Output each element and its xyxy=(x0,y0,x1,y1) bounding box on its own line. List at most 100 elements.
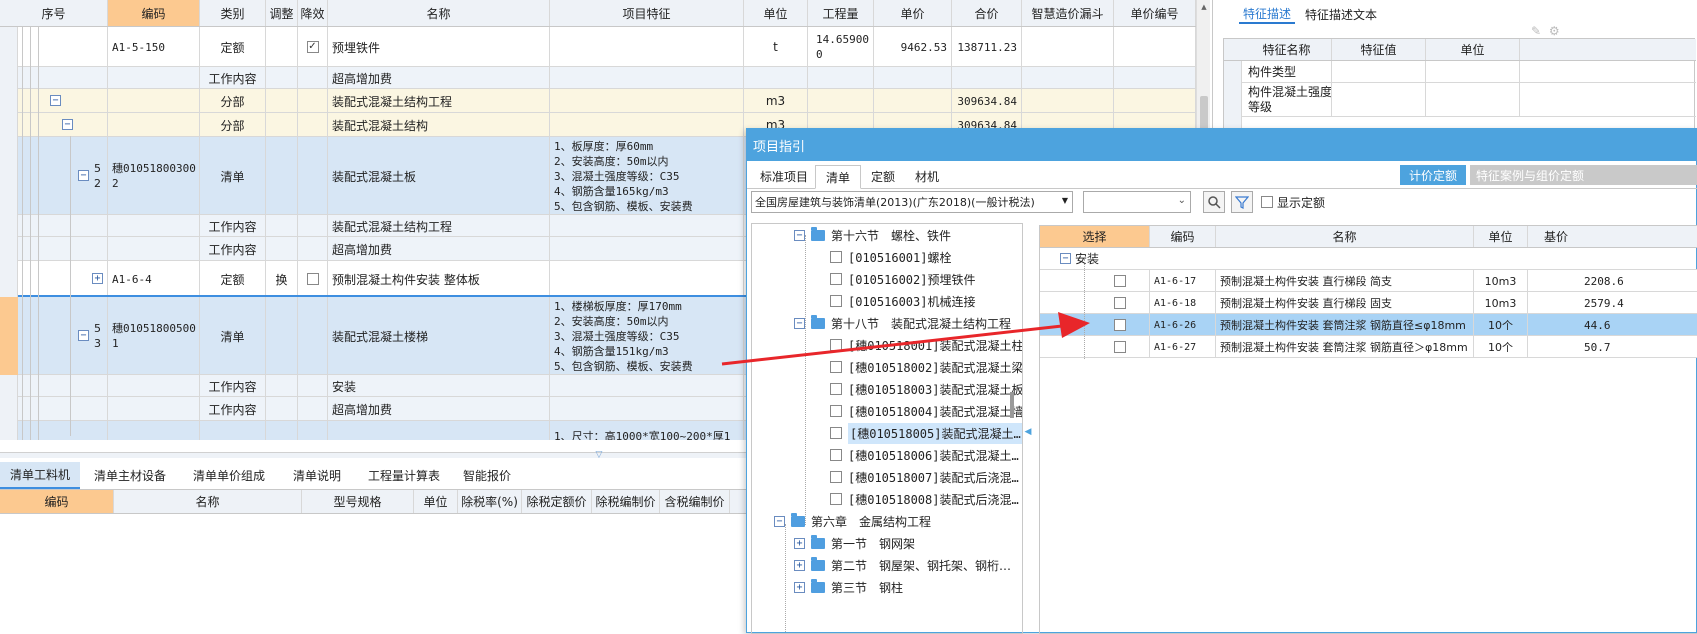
code-cell[interactable] xyxy=(108,89,200,113)
code-cell[interactable] xyxy=(108,375,200,397)
feature-cell[interactable] xyxy=(550,67,744,89)
feature-value[interactable] xyxy=(1332,82,1426,117)
grid-row[interactable]: 工作内容 超高增加费 xyxy=(0,67,1196,89)
feature-row[interactable]: 构件类型 xyxy=(1242,60,1696,83)
name-cell[interactable]: 预制混凝土构件安装 整体板 xyxy=(328,261,550,297)
code-cell[interactable] xyxy=(108,421,200,440)
tree-toggle-icon[interactable]: − xyxy=(794,229,805,241)
adjust-cell[interactable] xyxy=(266,375,298,397)
adjust-cell[interactable] xyxy=(266,237,298,261)
reduce-cell[interactable] xyxy=(298,89,328,113)
grid-col-header[interactable]: 合价 xyxy=(952,0,1022,26)
qty-cell[interactable] xyxy=(808,67,874,89)
feature-cell[interactable]: 1、板厚度：厚60mm 2、安装高度：50m以内 3、混凝土强度等级：C35 4… xyxy=(550,137,744,215)
grid-row[interactable]: A1-5-150 定额 ✓ 预埋铁件 t 14.65900 0 9462.53 138711.… xyxy=(0,27,1196,67)
tree-item[interactable]: − 第六章 金属结构工程 xyxy=(752,510,1022,532)
name-cell[interactable]: 超高增加费 xyxy=(328,237,550,261)
feature-cell[interactable] xyxy=(550,261,744,297)
feature-cases-button[interactable]: 特征案例与组价定额 xyxy=(1470,165,1697,185)
name-cell[interactable]: 安装 xyxy=(328,375,550,397)
grid-col-header[interactable]: 工程量 xyxy=(808,0,874,26)
bottom-tab[interactable]: 清单工料机 xyxy=(0,462,80,489)
tree-item[interactable]: [穗010518008]装配式后浇混… xyxy=(752,488,1022,510)
name-cell[interactable]: 超高增加费 xyxy=(328,397,550,421)
unit-cell[interactable] xyxy=(744,67,808,89)
tree-checkbox[interactable] xyxy=(830,427,842,439)
grid-col-header[interactable]: 单位 xyxy=(744,0,808,26)
code-cell[interactable] xyxy=(108,397,200,421)
group-row[interactable]: − 安装 xyxy=(1040,248,1697,270)
quota-row[interactable]: A1-6-17 预制混凝土构件安装 直行梯段 简支 10m3 2208.6 xyxy=(1040,270,1697,292)
splitter-arrow-icon[interactable]: ▽ xyxy=(592,450,606,460)
adjust-cell[interactable] xyxy=(266,113,298,137)
feature-cell[interactable] xyxy=(550,89,744,113)
unit-cell[interactable]: t xyxy=(744,27,808,67)
tree-item[interactable]: [穗010518006]装配式混凝土… xyxy=(752,444,1022,466)
tree-toggle-icon[interactable]: − xyxy=(774,515,785,527)
quota-row[interactable]: A1-6-26 预制混凝土构件安装 套筒注浆 钢筋直径≤φ18mm 10个 44.6 xyxy=(1040,314,1697,336)
name-cell[interactable] xyxy=(328,421,550,440)
code-cell[interactable] xyxy=(108,215,200,237)
reduce-cell[interactable] xyxy=(298,261,328,297)
expand-toggle-icon[interactable]: − xyxy=(78,170,89,181)
bottom-tab[interactable]: 清单主材设备 xyxy=(80,462,180,489)
code-cell[interactable]: A1-5-150 xyxy=(108,27,200,67)
type-cell[interactable]: 分部 xyxy=(200,113,266,137)
feature-cell[interactable]: 1、尺寸：高1000*宽100~200*厚1 xyxy=(550,421,744,440)
expand-toggle-icon[interactable]: − xyxy=(50,95,61,106)
tree-item[interactable]: [010516001]螺栓 xyxy=(752,246,1022,268)
reduce-cell[interactable]: ✓ xyxy=(298,27,328,67)
bottom-col-header[interactable]: 除税定额价 xyxy=(522,490,592,513)
dialog-titlebar[interactable]: 项目指引 xyxy=(747,129,1697,161)
reduce-checkbox[interactable] xyxy=(306,273,319,285)
funnel-cell[interactable] xyxy=(1022,67,1114,89)
tree-item[interactable]: + 第二节 钢屋架、钢托架、钢桁… xyxy=(752,554,1022,576)
tab-quota[interactable]: 定额 xyxy=(861,165,905,188)
adjust-cell[interactable] xyxy=(266,421,298,440)
reduce-cell[interactable] xyxy=(298,375,328,397)
adjust-cell[interactable] xyxy=(266,137,298,215)
tree-checkbox[interactable] xyxy=(830,493,842,505)
name-cell[interactable]: 装配式混凝土结构工程 xyxy=(328,215,550,237)
type-cell[interactable]: 工作内容 xyxy=(200,215,266,237)
tree-item[interactable]: + 第三节 钢柱 xyxy=(752,576,1022,598)
reduce-cell[interactable] xyxy=(298,67,328,89)
quota-checkbox[interactable] xyxy=(1114,275,1126,287)
type-cell[interactable] xyxy=(200,421,266,440)
bottom-tab[interactable]: 工程量计算表 xyxy=(356,462,452,489)
tree-toggle-icon[interactable]: + xyxy=(794,537,805,549)
adjust-cell[interactable] xyxy=(266,67,298,89)
qty-cell[interactable] xyxy=(808,89,874,113)
tree-item[interactable]: [穗010518003]装配式混凝土板 xyxy=(752,378,1022,400)
bottom-tab[interactable]: 智能报价 xyxy=(452,462,522,489)
name-cell[interactable]: 装配式混凝土楼梯 xyxy=(328,297,550,375)
reduce-cell[interactable] xyxy=(298,297,328,375)
show-quota-checkbox[interactable]: 显示定额 xyxy=(1261,193,1325,211)
grid-col-header[interactable]: 降效 xyxy=(298,0,328,26)
tree-checkbox[interactable] xyxy=(830,405,842,417)
splitter[interactable] xyxy=(0,452,746,458)
expand-toggle-icon[interactable]: − xyxy=(62,119,73,130)
feature-row[interactable]: 构件混凝土强度 等级 xyxy=(1242,82,1696,117)
reduce-cell[interactable] xyxy=(298,397,328,421)
type-cell[interactable]: 定额 xyxy=(200,27,266,67)
tab-list[interactable]: 清单 xyxy=(815,165,861,189)
code-cell[interactable] xyxy=(108,113,200,137)
checkbox[interactable] xyxy=(1261,196,1273,208)
tree-item[interactable]: [穗010518005]装配式混凝土… xyxy=(752,422,1022,444)
settings-icon[interactable]: ⚙ xyxy=(1549,24,1560,38)
price-quota-button[interactable]: 计价定额 xyxy=(1400,165,1466,185)
code-cell[interactable]: 穗01051800300 2 xyxy=(108,137,200,215)
reduce-cell[interactable] xyxy=(298,113,328,137)
grid-col-header[interactable]: 调整 xyxy=(266,0,298,26)
tree-item[interactable]: [穗010518004]装配式混凝土墙 xyxy=(752,400,1022,422)
search-icon[interactable] xyxy=(1203,191,1225,213)
grid-col-header[interactable]: 序号 xyxy=(0,0,108,26)
reduce-cell[interactable] xyxy=(298,421,328,440)
name-cell[interactable]: 装配式混凝土结构工程 xyxy=(328,89,550,113)
tree-item[interactable]: − 第十六节 螺栓、铁件 xyxy=(752,224,1022,246)
bottom-col-header[interactable]: 编码 xyxy=(0,490,114,513)
tab-standard[interactable]: 标准项目 xyxy=(753,165,815,188)
type-cell[interactable]: 工作内容 xyxy=(200,67,266,89)
name-cell[interactable]: 装配式混凝土结构 xyxy=(328,113,550,137)
